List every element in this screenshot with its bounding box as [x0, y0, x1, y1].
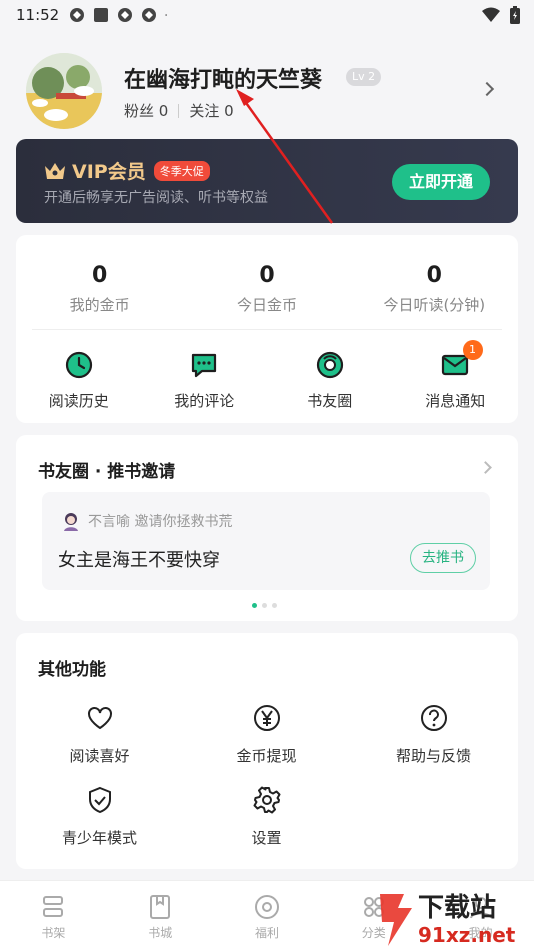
heart-icon	[87, 707, 112, 730]
other-functions-card: 其他功能 阅读喜好 金币提现 帮助与反馈 青少年模式 设置	[16, 633, 518, 869]
function-label: 金币提现	[236, 747, 297, 765]
bookshelf-icon	[43, 896, 64, 917]
stats-card: 0 我的金币 0 今日金币 0 今日听读(分钟) 阅读历史 我的评论 书友圈 1…	[16, 235, 518, 423]
clock-icon	[65, 351, 92, 379]
stat-label: 今日听读(分钟)	[383, 296, 486, 314]
watermark-logo: 下载站 91xz.net	[380, 893, 516, 947]
tab-label: 书城	[148, 926, 173, 940]
stat-label: 今日金币	[236, 296, 297, 314]
watermark-url: 91xz.net	[418, 923, 516, 947]
promo-tag: 冬季大促	[153, 160, 210, 181]
invite-item[interactable]: 不言喻 邀请你拯救书荒 女主是海王不要快穿 去推书	[42, 492, 490, 590]
stat-value: 0	[92, 263, 108, 288]
carousel-dot	[272, 603, 277, 608]
inviter-text: 不言喻 邀请你拯救书荒	[88, 514, 233, 530]
function-label: 阅读喜好	[69, 747, 130, 765]
tab-bookshelf[interactable]: 书架	[0, 881, 107, 950]
vip-description: 开通后畅享无广告阅读、听书等权益	[44, 190, 268, 206]
shield-icon	[88, 786, 111, 814]
divider	[178, 103, 180, 118]
quick-actions: 阅读历史 我的评论 书友圈 1 消息通知	[16, 330, 518, 411]
more-dot-icon	[165, 14, 168, 16]
gift-icon	[254, 895, 279, 919]
inviter-avatar	[64, 513, 78, 531]
stat-today-coins[interactable]: 0 今日金币	[184, 263, 350, 315]
profile-header[interactable]: 在幽海打盹的天竺葵 Lv 2 粉丝 0 关注 0	[0, 50, 534, 134]
fans-count[interactable]: 粉丝 0	[124, 100, 168, 121]
function-label: 设置	[251, 829, 282, 847]
function-label: 青少年模式	[61, 829, 137, 847]
stat-label: 我的金币	[69, 296, 130, 314]
follow-stats: 粉丝 0 关注 0	[124, 100, 234, 121]
gear-icon	[253, 786, 280, 814]
yen-icon	[253, 705, 280, 731]
book-circle-button[interactable]: 书友圈	[267, 350, 393, 411]
watermark-text: 下载站	[418, 893, 496, 923]
status-time: 11:52	[16, 6, 60, 24]
watermark: 下载站 91xz.net	[374, 884, 534, 950]
notification-icon	[70, 8, 85, 22]
circle-icon	[316, 351, 343, 379]
reading-history-button[interactable]: 阅读历史	[16, 350, 142, 411]
carousel-dot	[252, 603, 257, 608]
reading-preference-button[interactable]: 阅读喜好	[16, 703, 183, 766]
tab-welfare[interactable]: 福利	[214, 881, 321, 950]
coin-withdraw-button[interactable]: 金币提现	[183, 703, 350, 766]
vip-title-text: VIP会员	[72, 161, 146, 183]
wifi-icon	[482, 7, 500, 22]
my-comments-button[interactable]: 我的评论	[142, 350, 268, 411]
quick-label: 我的评论	[174, 392, 235, 410]
tab-label: 书架	[41, 926, 66, 940]
help-feedback-button[interactable]: 帮助与反馈	[350, 703, 517, 766]
help-icon	[420, 705, 447, 731]
carousel-dot	[262, 603, 267, 608]
notification-icon	[118, 8, 133, 22]
quick-label: 消息通知	[425, 392, 486, 410]
notification-icon	[142, 8, 157, 22]
stats-row: 0 我的金币 0 今日金币 0 今日听读(分钟)	[16, 235, 518, 315]
quick-label: 书友圈	[307, 392, 353, 410]
avatar[interactable]	[26, 53, 102, 129]
chevron-right-icon[interactable]	[479, 461, 492, 474]
book-title: 女主是海王不要快穿	[58, 550, 220, 571]
stat-my-coins[interactable]: 0 我的金币	[17, 263, 183, 315]
battery-icon	[510, 6, 520, 24]
quick-label: 阅读历史	[48, 392, 109, 410]
notifications-button[interactable]: 1 消息通知	[393, 340, 519, 411]
following-count[interactable]: 关注 0	[189, 100, 233, 121]
vip-title: VIP会员 冬季大促	[44, 157, 210, 184]
level-badge: Lv 2	[346, 68, 382, 86]
teen-mode-button[interactable]: 青少年模式	[16, 785, 183, 848]
stat-value: 0	[259, 263, 275, 288]
status-bar: 11:52	[0, 0, 534, 30]
inviter-line: 不言喻 邀请你拯救书荒	[60, 510, 232, 532]
stat-today-listen[interactable]: 0 今日听读(分钟)	[351, 263, 517, 315]
vip-banner[interactable]: VIP会员 冬季大促 开通后畅享无广告阅读、听书等权益 立即开通	[16, 139, 518, 223]
section-title: 书友圈 · 推书邀请	[38, 462, 176, 482]
stat-value: 0	[426, 263, 442, 288]
book-icon	[150, 895, 171, 919]
app-notification-icon	[94, 8, 109, 22]
carousel-dots	[252, 603, 277, 608]
recommend-button[interactable]: 去推书	[410, 543, 476, 573]
section-title: 其他功能	[38, 660, 106, 680]
open-vip-button[interactable]: 立即开通	[392, 164, 490, 200]
username: 在幽海打盹的天竺葵	[124, 68, 323, 93]
tab-label: 福利	[254, 926, 279, 940]
tab-bookstore[interactable]: 书城	[107, 881, 214, 950]
settings-button[interactable]: 设置	[183, 785, 350, 848]
chevron-right-icon[interactable]	[479, 81, 495, 97]
crown-icon	[45, 162, 65, 179]
comment-icon	[192, 353, 217, 378]
function-label: 帮助与反馈	[395, 747, 471, 765]
invite-card: 书友圈 · 推书邀请 不言喻 邀请你拯救书荒 女主是海王不要快穿 去推书	[16, 435, 518, 621]
notification-badge: 1	[462, 340, 483, 360]
